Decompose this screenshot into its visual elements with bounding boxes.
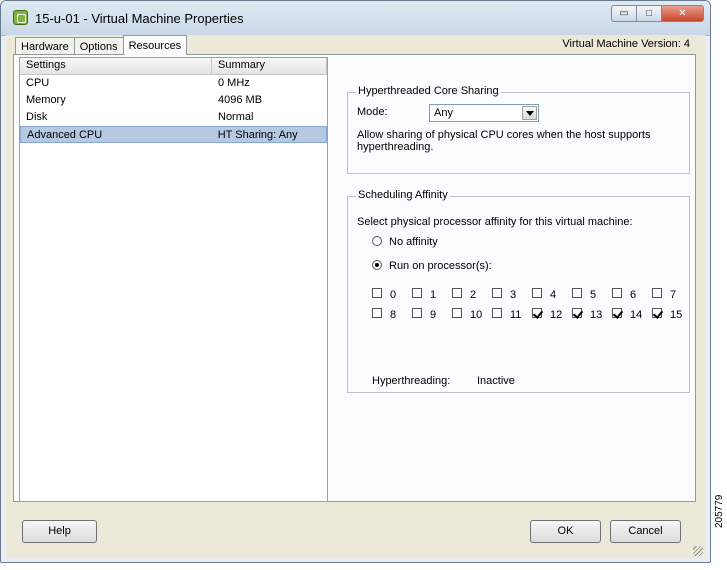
affinity-prompt: Select physical processor affinity for t…	[357, 216, 633, 228]
processor-label: 13	[590, 309, 603, 321]
processor-checkbox-15[interactable]	[652, 308, 662, 318]
processor-label: 0	[390, 289, 397, 301]
processor-checkbox-13[interactable]	[572, 308, 582, 318]
figure-code: 205779	[714, 494, 725, 528]
setting-name: Advanced CPU	[27, 129, 103, 141]
column-header-settings[interactable]: Settings	[20, 58, 212, 74]
processor-label: 7	[670, 289, 677, 301]
close-button[interactable]: ✕	[661, 5, 704, 22]
hyperthreading-status: Inactive	[477, 375, 515, 387]
processor-label: 14	[630, 309, 643, 321]
processor-label: 2	[470, 289, 477, 301]
settings-table: Settings Summary CPU 0 MHz Memory 4096 M…	[19, 57, 328, 502]
processor-label: 10	[470, 309, 483, 321]
table-row-advanced-cpu[interactable]: Advanced CPU HT Sharing: Any	[20, 126, 327, 143]
processor-label: 12	[550, 309, 563, 321]
processor-checkbox-2[interactable]	[452, 288, 462, 298]
no-affinity-label[interactable]: No affinity	[389, 236, 438, 248]
setting-summary: 0 MHz	[218, 77, 250, 89]
no-affinity-radio[interactable]	[372, 236, 382, 246]
processor-checkbox-4[interactable]	[532, 288, 542, 298]
table-row-disk[interactable]: Disk Normal	[20, 109, 327, 126]
resources-panel: Settings Summary CPU 0 MHz Memory 4096 M…	[13, 54, 696, 502]
scheduling-affinity-group: Scheduling Affinity Select physical proc…	[347, 189, 690, 393]
processor-checkbox-3[interactable]	[492, 288, 502, 298]
window-controls: ▭ □ ✕	[611, 5, 704, 22]
processor-checkbox-14[interactable]	[612, 308, 622, 318]
processor-label: 15	[670, 309, 683, 321]
processor-label: 11	[510, 309, 522, 321]
ht-description-line2: hyperthreading.	[357, 141, 434, 153]
setting-name: Memory	[26, 94, 66, 106]
dialog-body: Hardware Options Resources Virtual Machi…	[6, 35, 705, 558]
maximize-button[interactable]: □	[636, 5, 662, 22]
processor-checkbox-0[interactable]	[372, 288, 382, 298]
mode-label: Mode:	[357, 106, 388, 118]
processor-label: 4	[550, 289, 557, 301]
ht-description-line1: Allow sharing of physical CPU cores when…	[357, 129, 651, 141]
processor-label: 5	[590, 289, 597, 301]
setting-name: Disk	[26, 111, 48, 123]
hyperthreading-label: Hyperthreading:	[372, 375, 451, 387]
minimize-button[interactable]: ▭	[611, 5, 637, 22]
processor-checkbox-9[interactable]	[412, 308, 422, 318]
tab-hardware[interactable]: Hardware	[15, 37, 75, 55]
processor-checkbox-10[interactable]	[452, 308, 462, 318]
run-on-processors-radio[interactable]	[372, 260, 382, 270]
mode-select[interactable]: Any	[429, 104, 539, 122]
vm-version-label: Virtual Machine Version: 4	[562, 38, 690, 50]
properties-window: 15-u-01 - Virtual Machine Properties ▭ □…	[0, 0, 711, 563]
processor-checkbox-12[interactable]	[532, 308, 542, 318]
processor-label: 6	[630, 289, 637, 301]
table-row-memory[interactable]: Memory 4096 MB	[20, 92, 327, 109]
setting-summary: HT Sharing: Any	[217, 129, 298, 141]
affinity-title: Scheduling Affinity	[356, 189, 450, 201]
processor-label: 3	[510, 289, 517, 301]
processor-label: 9	[430, 309, 437, 321]
tab-options[interactable]: Options	[73, 37, 124, 55]
setting-name: CPU	[26, 77, 50, 89]
tab-resources[interactable]: Resources	[122, 35, 188, 55]
processor-label: 8	[390, 309, 397, 321]
processor-checkbox-7[interactable]	[652, 288, 662, 298]
window-title: 15-u-01 - Virtual Machine Properties	[35, 11, 244, 26]
ht-sharing-title: Hyperthreaded Core Sharing	[356, 85, 501, 97]
vm-app-icon	[13, 10, 28, 25]
processor-checkbox-6[interactable]	[612, 288, 622, 298]
ht-sharing-group: Hyperthreaded Core Sharing Mode: Any All…	[347, 85, 690, 174]
title-bar: 15-u-01 - Virtual Machine Properties ▭ □…	[1, 1, 710, 36]
setting-summary: Normal	[218, 111, 254, 123]
table-header: Settings Summary	[20, 58, 327, 75]
table-row-cpu[interactable]: CPU 0 MHz	[20, 75, 327, 92]
column-header-summary[interactable]: Summary	[212, 58, 327, 74]
processor-label: 1	[430, 289, 437, 301]
processor-checkbox-11[interactable]	[492, 308, 502, 318]
ok-button[interactable]: OK	[530, 520, 601, 543]
resize-grip-icon[interactable]	[693, 546, 703, 556]
setting-summary: 4096 MB	[218, 94, 263, 106]
cancel-button[interactable]: Cancel	[610, 520, 681, 543]
help-button[interactable]: Help	[22, 520, 97, 543]
tab-strip: Hardware Options Resources	[15, 35, 188, 55]
mode-value: Any	[434, 107, 453, 119]
processor-checkbox-5[interactable]	[572, 288, 582, 298]
processor-checkbox-1[interactable]	[412, 288, 422, 298]
processor-checkbox-8[interactable]	[372, 308, 382, 318]
run-on-processors-label[interactable]: Run on processor(s):	[389, 260, 492, 272]
chevron-down-icon[interactable]	[522, 106, 537, 120]
